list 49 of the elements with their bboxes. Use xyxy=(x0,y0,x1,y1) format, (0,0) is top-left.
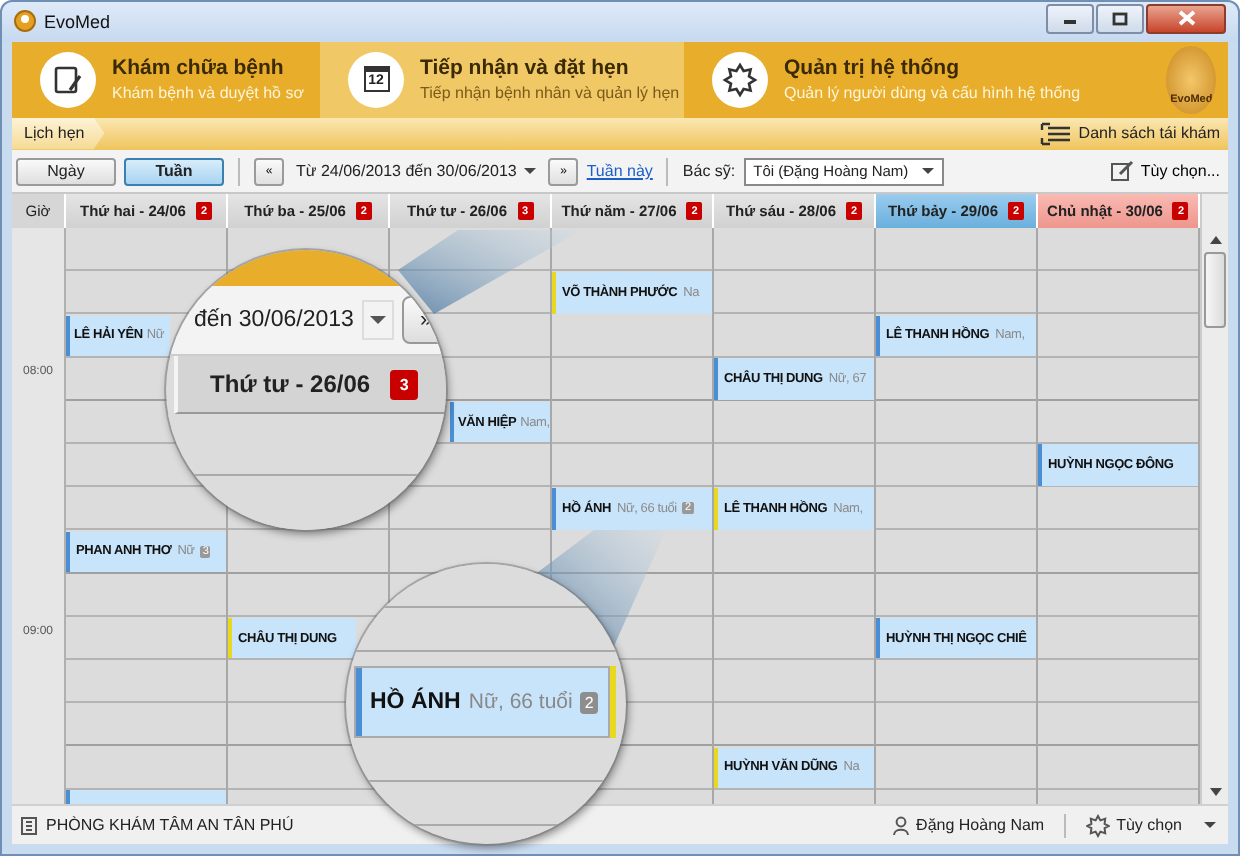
week-view-button[interactable]: Tuần xyxy=(124,157,224,185)
vertical-scrollbar[interactable] xyxy=(1200,194,1228,805)
user-icon xyxy=(892,815,911,836)
edit-settings-icon xyxy=(1110,160,1135,182)
gear-icon xyxy=(1086,813,1111,838)
day-column-header: Thứ tư - 26/06 3 xyxy=(174,356,446,414)
building-icon xyxy=(20,815,38,836)
dropdown-caret-icon xyxy=(921,168,934,174)
module-subtitle: Tiếp nhận bệnh nhân và quản lý hẹn xyxy=(420,84,680,103)
dropdown-caret-icon xyxy=(1204,822,1216,829)
module-tab[interactable]: Khám chữa bệnh Khám bệnh và duyệt hồ sơ xyxy=(12,41,320,118)
gear-icon xyxy=(722,61,758,98)
scroll-down-arrow-icon xyxy=(1209,788,1221,797)
count-badge: 2 xyxy=(580,691,598,713)
module-title: Tiếp nhận và đặt hẹn xyxy=(420,56,631,81)
maximize-button[interactable] xyxy=(1096,3,1144,34)
notepad-pencil-icon xyxy=(52,63,84,96)
module-subtitle: Quản lý người dùng và cấu hình hệ thống xyxy=(784,84,1081,103)
dropdown-caret-icon xyxy=(524,168,537,174)
date-range-text: đến 30/06/2013 xyxy=(194,308,354,332)
scrollbar-thumb[interactable] xyxy=(1204,252,1226,329)
list-icon xyxy=(1040,121,1073,146)
patient-name: HỒ ÁNH xyxy=(370,690,461,714)
patient-info: Nữ, 66 tuổi xyxy=(468,690,573,714)
close-icon xyxy=(1177,10,1195,27)
this-week-link[interactable]: Tuần này xyxy=(586,162,653,180)
status-stripe xyxy=(356,668,362,736)
breadcrumb-tab[interactable]: Lịch hẹn xyxy=(12,117,105,150)
options-menu-button[interactable]: Tùy chọn xyxy=(1082,813,1220,838)
maximize-icon xyxy=(1112,11,1128,26)
close-button[interactable] xyxy=(1146,3,1226,34)
status-stripe xyxy=(610,666,616,738)
clinic-name: PHÒNG KHÁM TÂM AN TÂN PHÚ xyxy=(46,816,294,835)
module-title: Khám chữa bệnh xyxy=(112,56,286,81)
date-range-picker[interactable]: Từ 24/06/2013 đến 30/06/2013 xyxy=(292,162,541,180)
window-title: EvoMed xyxy=(44,11,113,32)
doctor-label: Bác sỹ: xyxy=(682,162,736,180)
user-button[interactable]: Đặng Hoàng Nam xyxy=(888,815,1049,836)
followup-list-button[interactable]: Danh sách tái khám xyxy=(1028,119,1228,148)
options-button[interactable]: Tùy chọn... xyxy=(1106,160,1224,182)
app-logo-icon xyxy=(14,10,36,33)
scroll-up-arrow-icon xyxy=(1209,236,1221,245)
module-tab[interactable]: Quản trị hệ thống Quản lý người dùng và cấu hình hệ thống xyxy=(684,41,1167,118)
day-view-button[interactable]: Ngày xyxy=(16,157,116,185)
module-title: Quản trị hệ thống xyxy=(784,56,961,81)
count-badge: 3 xyxy=(390,369,419,399)
magnifier-beam xyxy=(538,530,666,646)
minimize-button[interactable] xyxy=(1046,3,1094,34)
module-subtitle: Khám bệnh và duyệt hồ sơ xyxy=(112,84,304,103)
